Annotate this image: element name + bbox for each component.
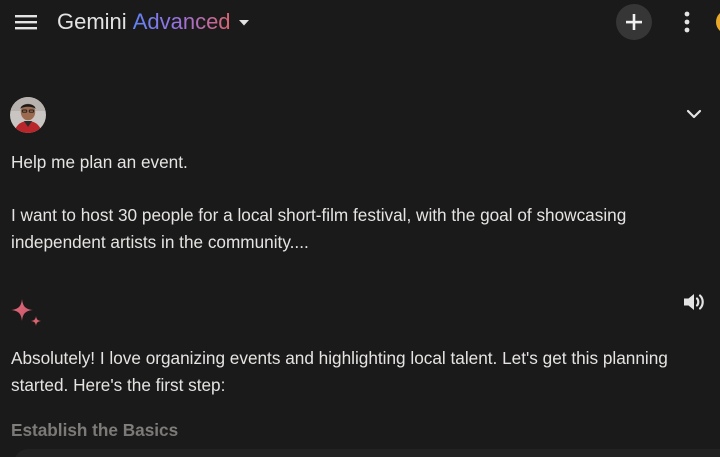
more-vert-icon xyxy=(684,11,690,33)
chevron-down-icon xyxy=(686,109,702,119)
user-avatar xyxy=(10,97,46,133)
plus-icon xyxy=(626,14,642,30)
user-prompt: Help me plan an event. I want to host 30… xyxy=(11,149,701,256)
model-selector[interactable]: Gemini Advanced xyxy=(57,8,250,36)
input-area-edge xyxy=(14,449,720,457)
model-response: Absolutely! I love organizing events and… xyxy=(11,345,716,399)
account-avatar[interactable] xyxy=(716,10,720,34)
speaker-icon xyxy=(684,294,704,310)
app-name: Gemini xyxy=(57,9,127,34)
hamburger-menu-icon xyxy=(15,15,37,30)
caret-down-icon xyxy=(238,20,249,26)
read-aloud-button[interactable] xyxy=(682,290,708,314)
response-section-heading: Establish the Basics xyxy=(11,420,179,440)
gemini-sparkle-icon xyxy=(9,297,45,333)
new-chat-button[interactable] xyxy=(616,4,652,40)
main-menu-button[interactable] xyxy=(14,11,38,33)
user-photo xyxy=(10,97,46,133)
top-app-bar: Gemini Advanced xyxy=(0,0,720,44)
prompt-line-1: Help me plan an event. xyxy=(11,152,188,172)
more-options-button[interactable] xyxy=(676,9,698,35)
prompt-line-2: I want to host 30 people for a local sho… xyxy=(11,205,627,252)
expand-prompt-button[interactable] xyxy=(684,104,704,124)
response-text: Absolutely! I love organizing events and… xyxy=(11,348,668,395)
app-tier: Advanced xyxy=(132,9,231,34)
